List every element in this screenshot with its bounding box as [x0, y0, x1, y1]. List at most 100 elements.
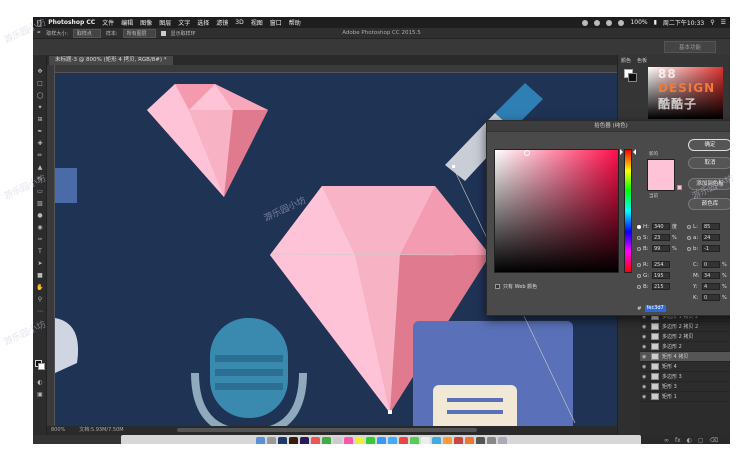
pen-tool-icon[interactable]: ✑ — [36, 237, 44, 243]
menu-layer[interactable]: 图层 — [159, 18, 171, 27]
hue-slider-handle[interactable] — [620, 149, 623, 155]
app-icon[interactable] — [420, 436, 430, 444]
workspace-select[interactable]: 基本功能 — [663, 41, 716, 53]
k-input[interactable]: 0 — [702, 294, 720, 301]
search-icon[interactable]: ⚲ — [710, 19, 714, 26]
l-input[interactable]: 85 — [702, 223, 720, 230]
hex-input[interactable]: fec3d7 — [644, 305, 666, 312]
brush-tool-icon[interactable]: ✏ — [36, 153, 44, 159]
status-icon[interactable] — [582, 19, 589, 26]
b-input[interactable]: 99 — [652, 245, 670, 252]
horizontal-scrollbar[interactable] — [177, 428, 477, 432]
trash-dock-icon[interactable] — [497, 436, 507, 444]
illustrator-icon[interactable] — [288, 436, 298, 444]
app-icon[interactable] — [453, 436, 463, 444]
color-cursor[interactable] — [524, 150, 530, 156]
eye-icon[interactable]: ◉ — [642, 354, 648, 360]
battery-icon[interactable]: ▮ — [654, 19, 657, 26]
list-icon[interactable]: ☰ — [721, 19, 726, 26]
radio-blue[interactable] — [637, 284, 641, 289]
more-tools-icon[interactable]: ⋯ — [36, 309, 44, 315]
xd-icon[interactable] — [299, 436, 309, 444]
current-color-swatch[interactable] — [647, 175, 675, 191]
trash-icon[interactable]: ⌫ — [710, 437, 718, 444]
app-icon[interactable] — [475, 436, 485, 444]
saturation-brightness-field[interactable] — [494, 149, 619, 273]
radio-b-lab[interactable] — [687, 246, 691, 251]
status-icon[interactable] — [606, 19, 613, 26]
eye-icon[interactable]: ◉ — [642, 334, 648, 340]
clock[interactable]: 周二下午10:33 — [663, 18, 704, 27]
battery-percent[interactable]: 100% — [630, 19, 647, 26]
app-icon[interactable] — [354, 436, 364, 444]
tab-swatches[interactable]: 色板 — [637, 57, 647, 64]
app-icon[interactable] — [321, 436, 331, 444]
layer-row[interactable]: ◉ 多边形 2 — [640, 342, 730, 352]
document-tab[interactable]: 未标题-3 @ 800% (矩形 4 拷贝, RGB/8#) * — [49, 56, 173, 65]
fx-icon[interactable]: fx — [675, 437, 681, 444]
quick-mask-icon[interactable]: ◐ — [36, 380, 44, 386]
blue-input[interactable]: 215 — [652, 283, 670, 290]
app-icon[interactable] — [431, 436, 441, 444]
app-icon[interactable] — [387, 436, 397, 444]
radio-r[interactable] — [637, 262, 641, 267]
qq-icon[interactable] — [376, 436, 386, 444]
eraser-tool-icon[interactable]: ▭ — [36, 189, 44, 195]
m-input[interactable]: 34 — [702, 272, 720, 279]
cancel-button[interactable]: 取消 — [688, 157, 730, 169]
hue-slider[interactable] — [624, 149, 632, 273]
radio-g[interactable] — [637, 273, 641, 278]
menu-file[interactable]: 文件 — [102, 18, 114, 27]
menu-view[interactable]: 视图 — [251, 18, 263, 27]
mask-icon[interactable]: ◐ — [687, 437, 692, 444]
eye-icon[interactable]: ◉ — [642, 364, 648, 370]
screen-mode-icon[interactable]: ▣ — [36, 392, 44, 398]
menu-image[interactable]: 图像 — [140, 18, 152, 27]
stamp-tool-icon[interactable]: ▲ — [36, 165, 44, 171]
zoom-tool-icon[interactable]: ⚲ — [36, 297, 44, 303]
menu-window[interactable]: 窗口 — [270, 18, 282, 27]
path-selection-icon[interactable]: ➤ — [36, 261, 44, 267]
eye-icon[interactable]: ◉ — [642, 384, 648, 390]
background-color-swatch[interactable] — [38, 363, 45, 370]
sample-size-select[interactable]: 取样点 — [72, 28, 101, 38]
layer-row[interactable]: ◉ 多边形 2 拷贝 2 — [640, 322, 730, 332]
y-input[interactable]: 4 — [702, 283, 720, 290]
menu-edit[interactable]: 编辑 — [121, 18, 133, 27]
app-icon[interactable] — [332, 436, 342, 444]
eye-icon[interactable]: ◉ — [642, 394, 648, 400]
app-icon[interactable] — [409, 436, 419, 444]
c-input[interactable]: 0 — [702, 261, 720, 268]
gradient-tool-icon[interactable]: ▧ — [36, 201, 44, 207]
marquee-tool-icon[interactable]: □ — [36, 81, 44, 87]
blur-tool-icon[interactable]: ● — [36, 213, 44, 219]
a-input[interactable]: 24 — [702, 234, 720, 241]
app-icon[interactable] — [464, 436, 474, 444]
radio-s[interactable] — [637, 235, 641, 240]
healing-tool-icon[interactable]: ✚ — [36, 141, 44, 147]
shape-tool-icon[interactable]: ■ — [36, 273, 44, 279]
menu-select[interactable]: 选择 — [197, 18, 209, 27]
ok-button[interactable]: 确定 — [688, 139, 730, 151]
wifi-icon[interactable] — [618, 19, 625, 26]
layer-row[interactable]: ◉ 矩形 4 拷贝 — [640, 352, 730, 362]
layer-row[interactable]: ◉ 多边形 3 — [640, 372, 730, 382]
eye-icon[interactable]: ◉ — [642, 344, 648, 350]
dodge-tool-icon[interactable]: ◉ — [36, 225, 44, 231]
app-menu[interactable]: Photoshop CC — [48, 19, 95, 26]
radio-l[interactable] — [687, 224, 691, 229]
app-icon[interactable] — [343, 436, 353, 444]
layer-row[interactable]: ◉ 矩形 3 — [640, 382, 730, 392]
hue-slider-handle[interactable] — [633, 149, 636, 155]
g-input[interactable]: 195 — [652, 272, 670, 279]
app-icon[interactable] — [266, 436, 276, 444]
b-lab-input[interactable]: -1 — [702, 245, 720, 252]
status-icon[interactable] — [594, 19, 601, 26]
web-safe-swatch[interactable] — [677, 185, 682, 190]
crop-tool-icon[interactable]: ⊞ — [36, 117, 44, 123]
hand-tool-icon[interactable]: ✋ — [36, 285, 44, 291]
eye-icon[interactable]: ◉ — [642, 324, 648, 330]
app-icon[interactable] — [442, 436, 452, 444]
radio-h[interactable] — [637, 224, 641, 229]
radio-b[interactable] — [637, 246, 641, 251]
